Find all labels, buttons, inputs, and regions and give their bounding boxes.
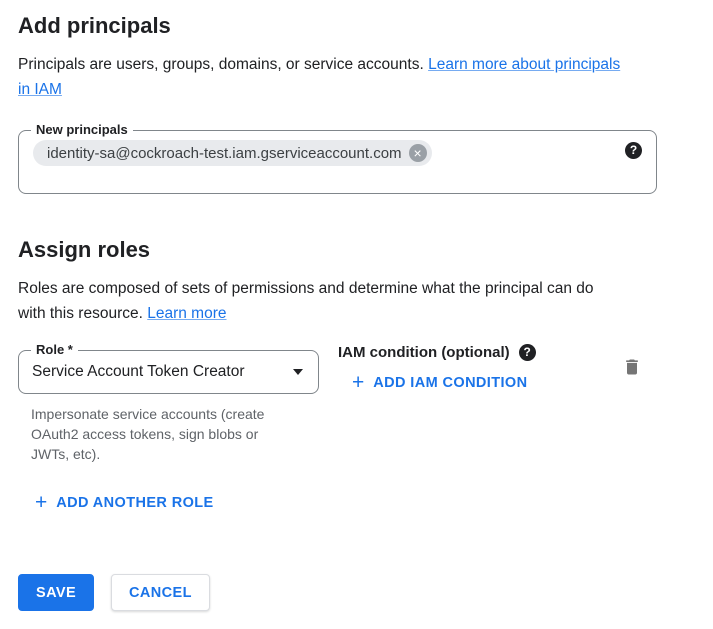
- principal-chip-text: identity-sa@cockroach-test.iam.gservicea…: [47, 145, 402, 162]
- iam-condition-label-row: IAM condition (optional) ?: [338, 344, 622, 361]
- close-icon[interactable]: ×: [409, 144, 427, 162]
- save-button[interactable]: SAVE: [18, 574, 94, 611]
- role-column: Role * Service Account Token Creator Imp…: [18, 350, 319, 464]
- new-principals-field[interactable]: New principals identity-sa@cockroach-tes…: [18, 130, 657, 194]
- role-label: Role *: [31, 342, 78, 358]
- role-binding-row: Role * Service Account Token Creator Imp…: [18, 350, 657, 464]
- delete-role-button[interactable]: [622, 357, 642, 377]
- help-icon[interactable]: ?: [519, 344, 536, 361]
- plus-icon: +: [352, 374, 364, 392]
- role-selected-value: Service Account Token Creator: [32, 363, 245, 381]
- cancel-button[interactable]: CANCEL: [111, 574, 210, 611]
- learn-more-roles-link[interactable]: Learn more: [147, 305, 226, 322]
- add-principals-panel: Add principals Principals are users, gro…: [0, 0, 713, 611]
- roles-description-line1: Roles are composed of sets of permission…: [18, 280, 594, 297]
- new-principals-label: New principals: [31, 122, 133, 138]
- assign-roles-title: Assign roles: [18, 238, 713, 262]
- role-helper-line: OAuth2 access tokens, sign blobs or: [31, 424, 319, 444]
- roles-description: Roles are composed of sets of permission…: [18, 276, 713, 326]
- role-helper-text: Impersonate service accounts (create OAu…: [31, 404, 319, 464]
- role-helper-line: JWTs, etc).: [31, 444, 319, 464]
- dialog-footer: SAVE CANCEL: [18, 574, 713, 611]
- iam-condition-column: IAM condition (optional) ? + ADD IAM CON…: [338, 344, 622, 394]
- learn-more-principals-link-line2[interactable]: in IAM: [18, 81, 62, 98]
- principals-description: Principals are users, groups, domains, o…: [18, 52, 713, 102]
- role-helper-line: Impersonate service accounts (create: [31, 404, 319, 424]
- principals-description-text: Principals are users, groups, domains, o…: [18, 56, 424, 73]
- add-iam-condition-label: ADD IAM CONDITION: [373, 375, 527, 391]
- iam-condition-label: IAM condition (optional): [338, 344, 510, 361]
- arrow-drop-down-icon: [293, 369, 303, 375]
- principal-chip: identity-sa@cockroach-test.iam.gservicea…: [33, 140, 432, 166]
- learn-more-principals-link[interactable]: Learn more about principals: [428, 56, 620, 73]
- add-principals-title: Add principals: [18, 14, 713, 38]
- trash-icon: [622, 357, 642, 377]
- role-select[interactable]: Role * Service Account Token Creator: [18, 350, 319, 394]
- add-another-role-button[interactable]: + ADD ANOTHER ROLE: [35, 494, 214, 512]
- add-another-role-label: ADD ANOTHER ROLE: [56, 495, 213, 511]
- roles-description-line2: with this resource.: [18, 305, 143, 322]
- help-icon[interactable]: ?: [625, 142, 642, 159]
- add-iam-condition-button[interactable]: + ADD IAM CONDITION: [352, 374, 527, 392]
- plus-icon: +: [35, 494, 47, 512]
